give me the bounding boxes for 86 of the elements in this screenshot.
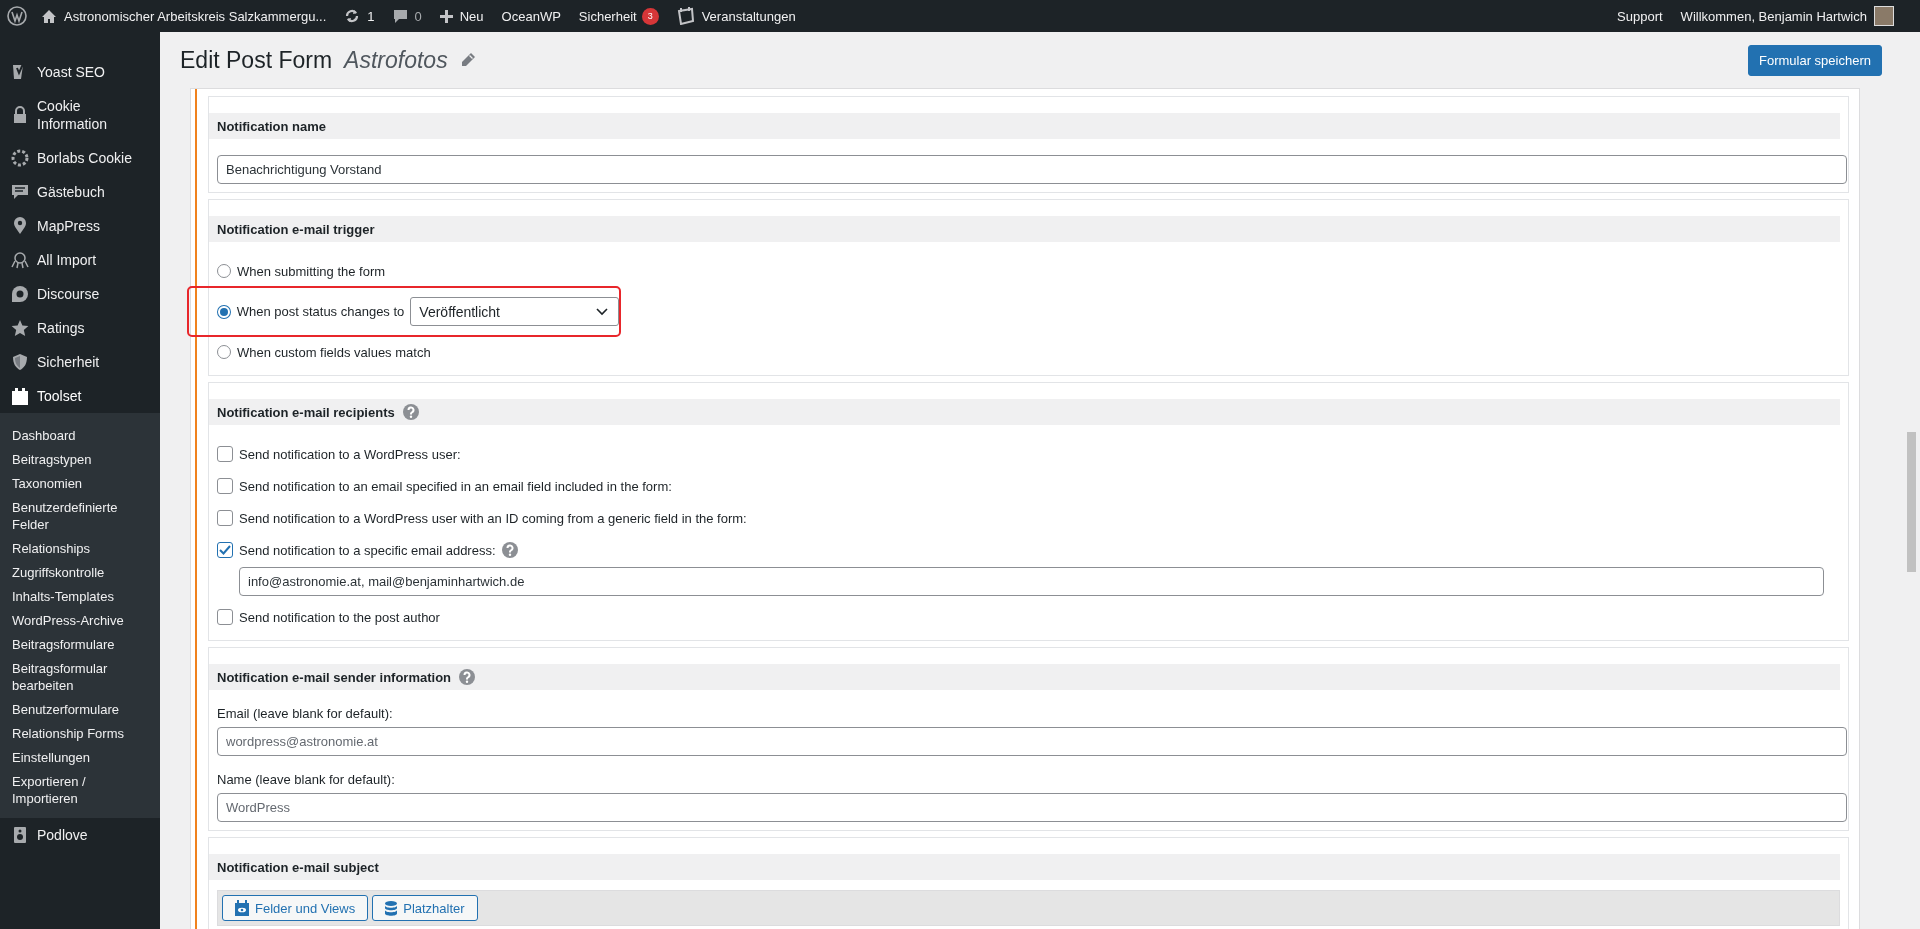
wordpress-logo-icon[interactable]	[7, 6, 27, 26]
submenu-item[interactable]: Zugriffskontrolle	[0, 560, 160, 584]
database-icon	[385, 900, 398, 916]
menu-item[interactable]: Podlove	[0, 818, 160, 852]
option-label: When custom fields values match	[237, 344, 431, 360]
field-label: Name (leave blank for default):	[217, 772, 396, 787]
submenu-item[interactable]: Relationships	[0, 536, 160, 560]
submenu-item[interactable]: Beitragstypen	[0, 447, 160, 471]
scrollbar-thumb[interactable]	[1907, 432, 1916, 572]
submenu-item[interactable]: Dashboard	[0, 423, 160, 447]
submenu-item[interactable]: WordPress-Archive	[0, 608, 160, 632]
text-field[interactable]: WordPress	[217, 793, 1847, 822]
menu-item[interactable]: Toolset	[0, 379, 160, 413]
menu-item[interactable]: Sicherheit	[0, 345, 160, 379]
events-link[interactable]: Veranstaltungen	[701, 8, 796, 24]
security-link[interactable]: Sicherheit	[578, 8, 637, 24]
toolbar-button[interactable]: Platzhalter	[372, 895, 478, 921]
email-address-field[interactable]: info@astronomie.at, mail@benjaminhartwich.de	[239, 567, 1824, 596]
checkbox[interactable]	[217, 446, 233, 462]
pencil-icon[interactable]	[459, 52, 476, 68]
menu-item[interactable]: Ratings	[0, 311, 160, 345]
checkbox[interactable]	[217, 478, 233, 494]
comment-icon	[10, 183, 30, 201]
blocks-icon	[10, 387, 30, 405]
refresh-icon	[344, 8, 361, 24]
submenu-item[interactable]: Inhalts-Templates	[0, 584, 160, 608]
submenu-item[interactable]: Beitragsformular bearbeiten	[0, 656, 160, 697]
notification-name-field[interactable]: Benachrichtigung Vorstand	[217, 155, 1847, 184]
checkbox[interactable]	[217, 510, 233, 526]
submenu-item[interactable]: Benutzerformulare	[0, 697, 160, 721]
menu-item[interactable]: All Import	[0, 243, 160, 277]
toolbar-button[interactable]: Felder und Views	[222, 895, 369, 921]
option-label: Send notification to an email specified in an email field included in the form:	[239, 478, 672, 494]
comment-icon	[392, 8, 408, 24]
submenu-item[interactable]: Benutzerdefinierte Felder	[0, 495, 160, 536]
option-label: When post status changes to	[236, 304, 405, 319]
star-icon	[10, 319, 30, 337]
submenu-item[interactable]: Beitragsformulare	[0, 632, 160, 656]
new-link[interactable]: Neu	[459, 8, 484, 24]
calendar-eye-icon	[235, 900, 249, 916]
theme-link[interactable]: OceanWP	[501, 8, 561, 24]
page-title: Edit Post Form	[180, 46, 333, 74]
section-title: Notification e-mail recipients	[217, 404, 395, 420]
option-label: Send notification to a WordPress user:	[239, 446, 461, 462]
help-icon[interactable]	[402, 404, 419, 420]
chevron-down-icon	[596, 307, 608, 316]
menu-item[interactable]: Borlabs Cookie	[0, 141, 160, 175]
checkbox[interactable]	[217, 609, 233, 625]
submenu-item[interactable]: Relationship Forms	[0, 721, 160, 745]
section-title: Notification name	[217, 118, 327, 134]
checkbox[interactable]	[217, 542, 233, 558]
section-title: Notification e-mail trigger	[217, 221, 375, 237]
plus-icon	[439, 9, 453, 23]
updates-count[interactable]: 1	[367, 8, 375, 24]
site-name-link[interactable]: Astronomischer Arbeitskreis Salzkammergu...	[64, 8, 327, 24]
submenu-item[interactable]: Taxonomien	[0, 471, 160, 495]
section-title: Notification e-mail sender information	[217, 669, 452, 685]
calendar-icon	[676, 7, 695, 25]
field-label: Email (leave blank for default):	[217, 706, 394, 721]
home-icon	[41, 8, 57, 24]
submenu-item[interactable]: Exportieren / Importieren	[0, 769, 160, 810]
menu-item[interactable]: Discourse	[0, 277, 160, 311]
greeting-link[interactable]: Willkommen, Benjamin Hartwich	[1680, 8, 1867, 24]
flower-icon	[10, 149, 30, 167]
option-label: When submitting the form	[237, 263, 386, 279]
option-label: Send notification to a WordPress user with an ID coming from a generic field in the form:	[239, 510, 747, 526]
status-dropdown[interactable]: Veröffentlicht	[410, 297, 619, 326]
menu-item[interactable]: Yoast SEO	[0, 55, 160, 89]
bubble-icon	[10, 285, 30, 303]
post-title: Astrofotos	[344, 46, 448, 74]
section-title: Notification e-mail subject	[217, 859, 379, 875]
comments-count[interactable]: 0	[414, 8, 422, 24]
text-field[interactable]: wordpress@astronomie.at	[217, 727, 1847, 756]
help-icon[interactable]	[501, 542, 518, 558]
option-label: Send notification to a specific email address:	[239, 542, 496, 558]
help-icon[interactable]	[459, 669, 476, 685]
save-form-button[interactable]: Formular speichern	[1748, 44, 1882, 76]
option-label: Send notification to the post author	[239, 609, 440, 625]
submenu-item[interactable]: Einstellungen	[0, 745, 160, 769]
count-badge: 3	[641, 7, 659, 25]
menu-item[interactable]: Gästebuch	[0, 175, 160, 209]
menu-item[interactable]: Cookie Information	[0, 89, 160, 141]
avatar-placeholder	[1874, 6, 1894, 26]
menu-item[interactable]: MapPress	[0, 209, 160, 243]
shield-icon	[10, 353, 30, 371]
support-link[interactable]: Support	[1617, 8, 1663, 24]
